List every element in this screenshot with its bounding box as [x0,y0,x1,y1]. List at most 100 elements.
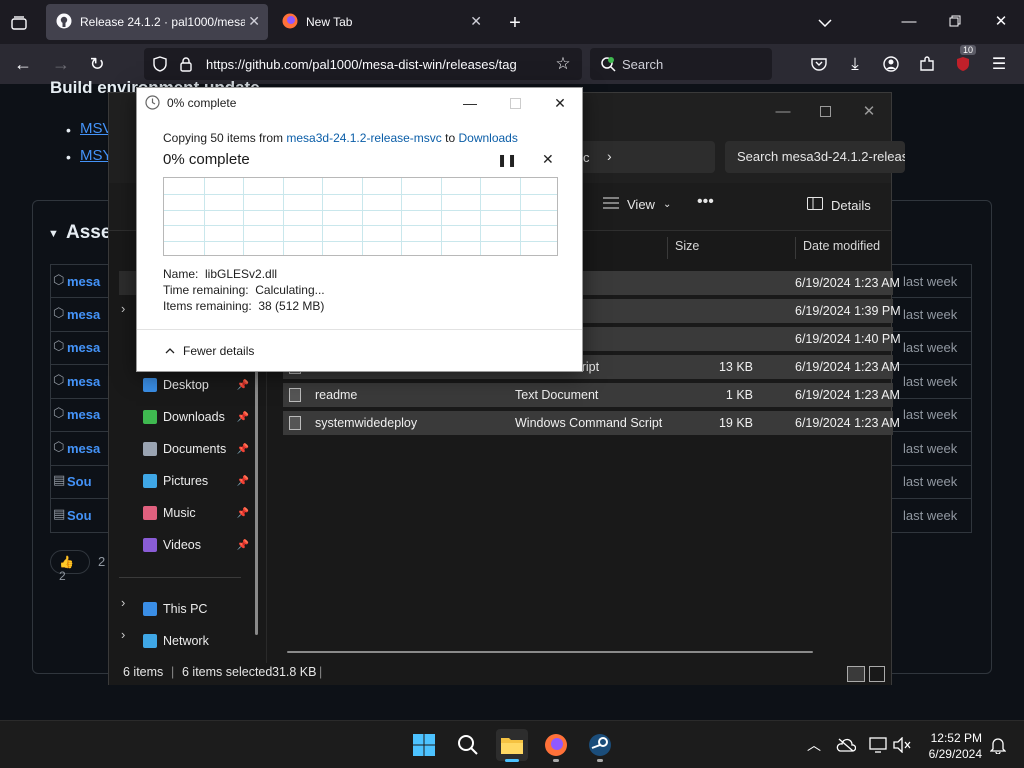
ublock-icon[interactable]: 10 [952,45,977,75]
column-header-date[interactable]: Date modified [803,239,880,253]
search-bar[interactable]: Search [590,48,772,80]
file-row[interactable]: readme Text Document 1 KB 6/19/2024 1:23 AM [283,383,900,407]
chevron-right-icon[interactable]: › [121,627,125,642]
nav-item-desktop[interactable]: Desktop 📌 [143,373,249,397]
windows-start-icon[interactable] [408,729,440,761]
volume-muted-icon[interactable] [886,729,918,761]
column-divider[interactable] [795,237,796,259]
file-size: 1 KB [725,388,753,402]
nav-item-documents[interactable]: Documents 📌 [143,437,249,461]
forward-arrow-icon[interactable]: → [50,53,72,75]
tiles-view-toggle-icon[interactable] [869,666,885,682]
chevron-right-icon[interactable]: › [607,148,612,164]
close-icon[interactable]: ✕ [545,92,575,114]
system-clock[interactable]: 12:52 PM 6/29/2024 [918,730,982,762]
caret-down-icon[interactable]: ▼ [48,228,59,240]
nav-label: Pictures [163,474,209,488]
account-icon[interactable] [880,53,902,75]
steam-taskbar-icon[interactable] [584,729,616,762]
column-header-size[interactable]: Size [675,239,699,253]
asset-name[interactable]: Sou [67,508,92,523]
pin-icon[interactable]: 📌 [237,380,249,391]
asset-name[interactable]: mesa [67,340,100,355]
maximize-icon[interactable] [815,101,835,121]
file-date: 6/19/2024 1:23 AM [795,360,900,374]
destination-link[interactable]: Downloads [458,131,517,145]
explorer-search-input[interactable]: Search mesa3d-24.1.2-release-msvc [725,141,905,173]
search-icon[interactable] [452,729,484,761]
chevron-up-icon[interactable]: ︿ [798,729,830,761]
close-tab-icon[interactable]: ✕ [470,13,482,30]
view-button[interactable]: View ⌄ [603,197,671,212]
address-field[interactable]: c › [579,141,715,173]
reaction-extra: 2 [98,554,106,569]
graph-gridline [401,178,402,255]
chevron-right-icon[interactable]: › [121,595,125,610]
minimize-icon[interactable]: — [898,10,920,32]
nav-item-this-pc[interactable]: This PC [143,597,247,621]
pin-icon[interactable]: 📌 [237,444,249,455]
pin-icon[interactable]: 📌 [237,476,249,487]
tab-new-tab[interactable]: New Tab ✕ [272,4,494,40]
restore-icon[interactable] [944,10,966,32]
asset-name[interactable]: mesa [67,274,100,289]
lock-icon[interactable] [178,56,194,72]
bookmark-star-icon[interactable]: ☆ [554,54,572,73]
graph-gridline [164,209,557,211]
address-crumb: c [583,150,590,165]
chevron-down-icon[interactable] [814,12,836,34]
new-tab-plus-icon[interactable]: + [504,12,526,34]
column-divider[interactable] [667,237,668,259]
cancel-icon[interactable]: ✕ [542,151,554,168]
extensions-puzzle-icon[interactable] [916,53,938,75]
firefox-taskbar-icon[interactable] [540,729,572,762]
fewer-details-button[interactable]: Fewer details [165,344,254,358]
pin-icon[interactable]: 📌 [237,540,249,551]
github-favicon-icon [56,13,72,32]
nav-item-network[interactable]: Network [143,629,247,653]
pocket-icon[interactable] [808,53,830,75]
graph-gridline [164,225,557,227]
close-window-icon[interactable]: ✕ [990,10,1012,32]
more-options-icon[interactable]: ••• [697,193,714,211]
horizontal-scrollbar[interactable] [287,651,813,653]
onedrive-icon[interactable] [830,729,862,761]
nav-item-videos[interactable]: Videos 📌 [143,533,249,557]
dialog-title: 0% complete [167,96,237,110]
asset-name[interactable]: mesa [67,407,100,422]
url-bar[interactable]: https://github.com/pal1000/mesa-dist-win… [144,48,582,80]
back-arrow-icon[interactable]: ← [12,53,34,75]
reaction-button[interactable]: 👍 2 [50,550,90,583]
asset-name[interactable]: mesa [67,374,100,389]
tab-release[interactable]: Release 24.1.2 · pal1000/mesa-dist-win ✕ [46,4,268,40]
pause-icon[interactable]: ❚❚ [497,153,517,167]
pin-icon[interactable]: 📌 [237,412,249,423]
download-icon[interactable]: ⤓ [844,53,866,75]
close-window-icon[interactable]: ✕ [859,101,879,121]
firefox-favicon-icon [282,13,298,32]
file-explorer-taskbar-icon[interactable] [496,729,528,762]
asset-name[interactable]: mesa [67,441,100,456]
details-button[interactable]: Details [807,197,871,213]
asset-name[interactable]: Sou [67,474,92,489]
minimize-icon[interactable]: — [773,101,793,121]
close-tab-icon[interactable]: ✕ [248,13,260,30]
notification-bell-icon[interactable] [982,729,1014,761]
nav-item-pictures[interactable]: Pictures 📌 [143,469,249,493]
reload-icon[interactable]: ↻ [86,53,108,75]
graph-gridline [243,178,244,255]
shield-icon[interactable] [152,56,168,72]
nav-item-music[interactable]: Music 📌 [143,501,249,525]
tab-list-icon[interactable] [8,12,30,34]
minimize-icon[interactable]: — [455,92,485,114]
file-row[interactable]: systemwidedeploy Windows Command Script 19… [283,411,900,435]
hamburger-menu-icon[interactable]: ☰ [988,53,1010,75]
nav-item-downloads[interactable]: Downloads 📌 [143,405,249,429]
source-link[interactable]: mesa3d-24.1.2-release-msvc [286,131,441,145]
clock-date: 6/29/2024 [928,747,982,761]
details-view-toggle-icon[interactable] [847,666,865,682]
chevron-right-icon[interactable]: › [121,301,125,316]
pin-icon[interactable]: 📌 [237,508,249,519]
graph-gridline [519,178,521,255]
asset-name[interactable]: mesa [67,307,100,322]
